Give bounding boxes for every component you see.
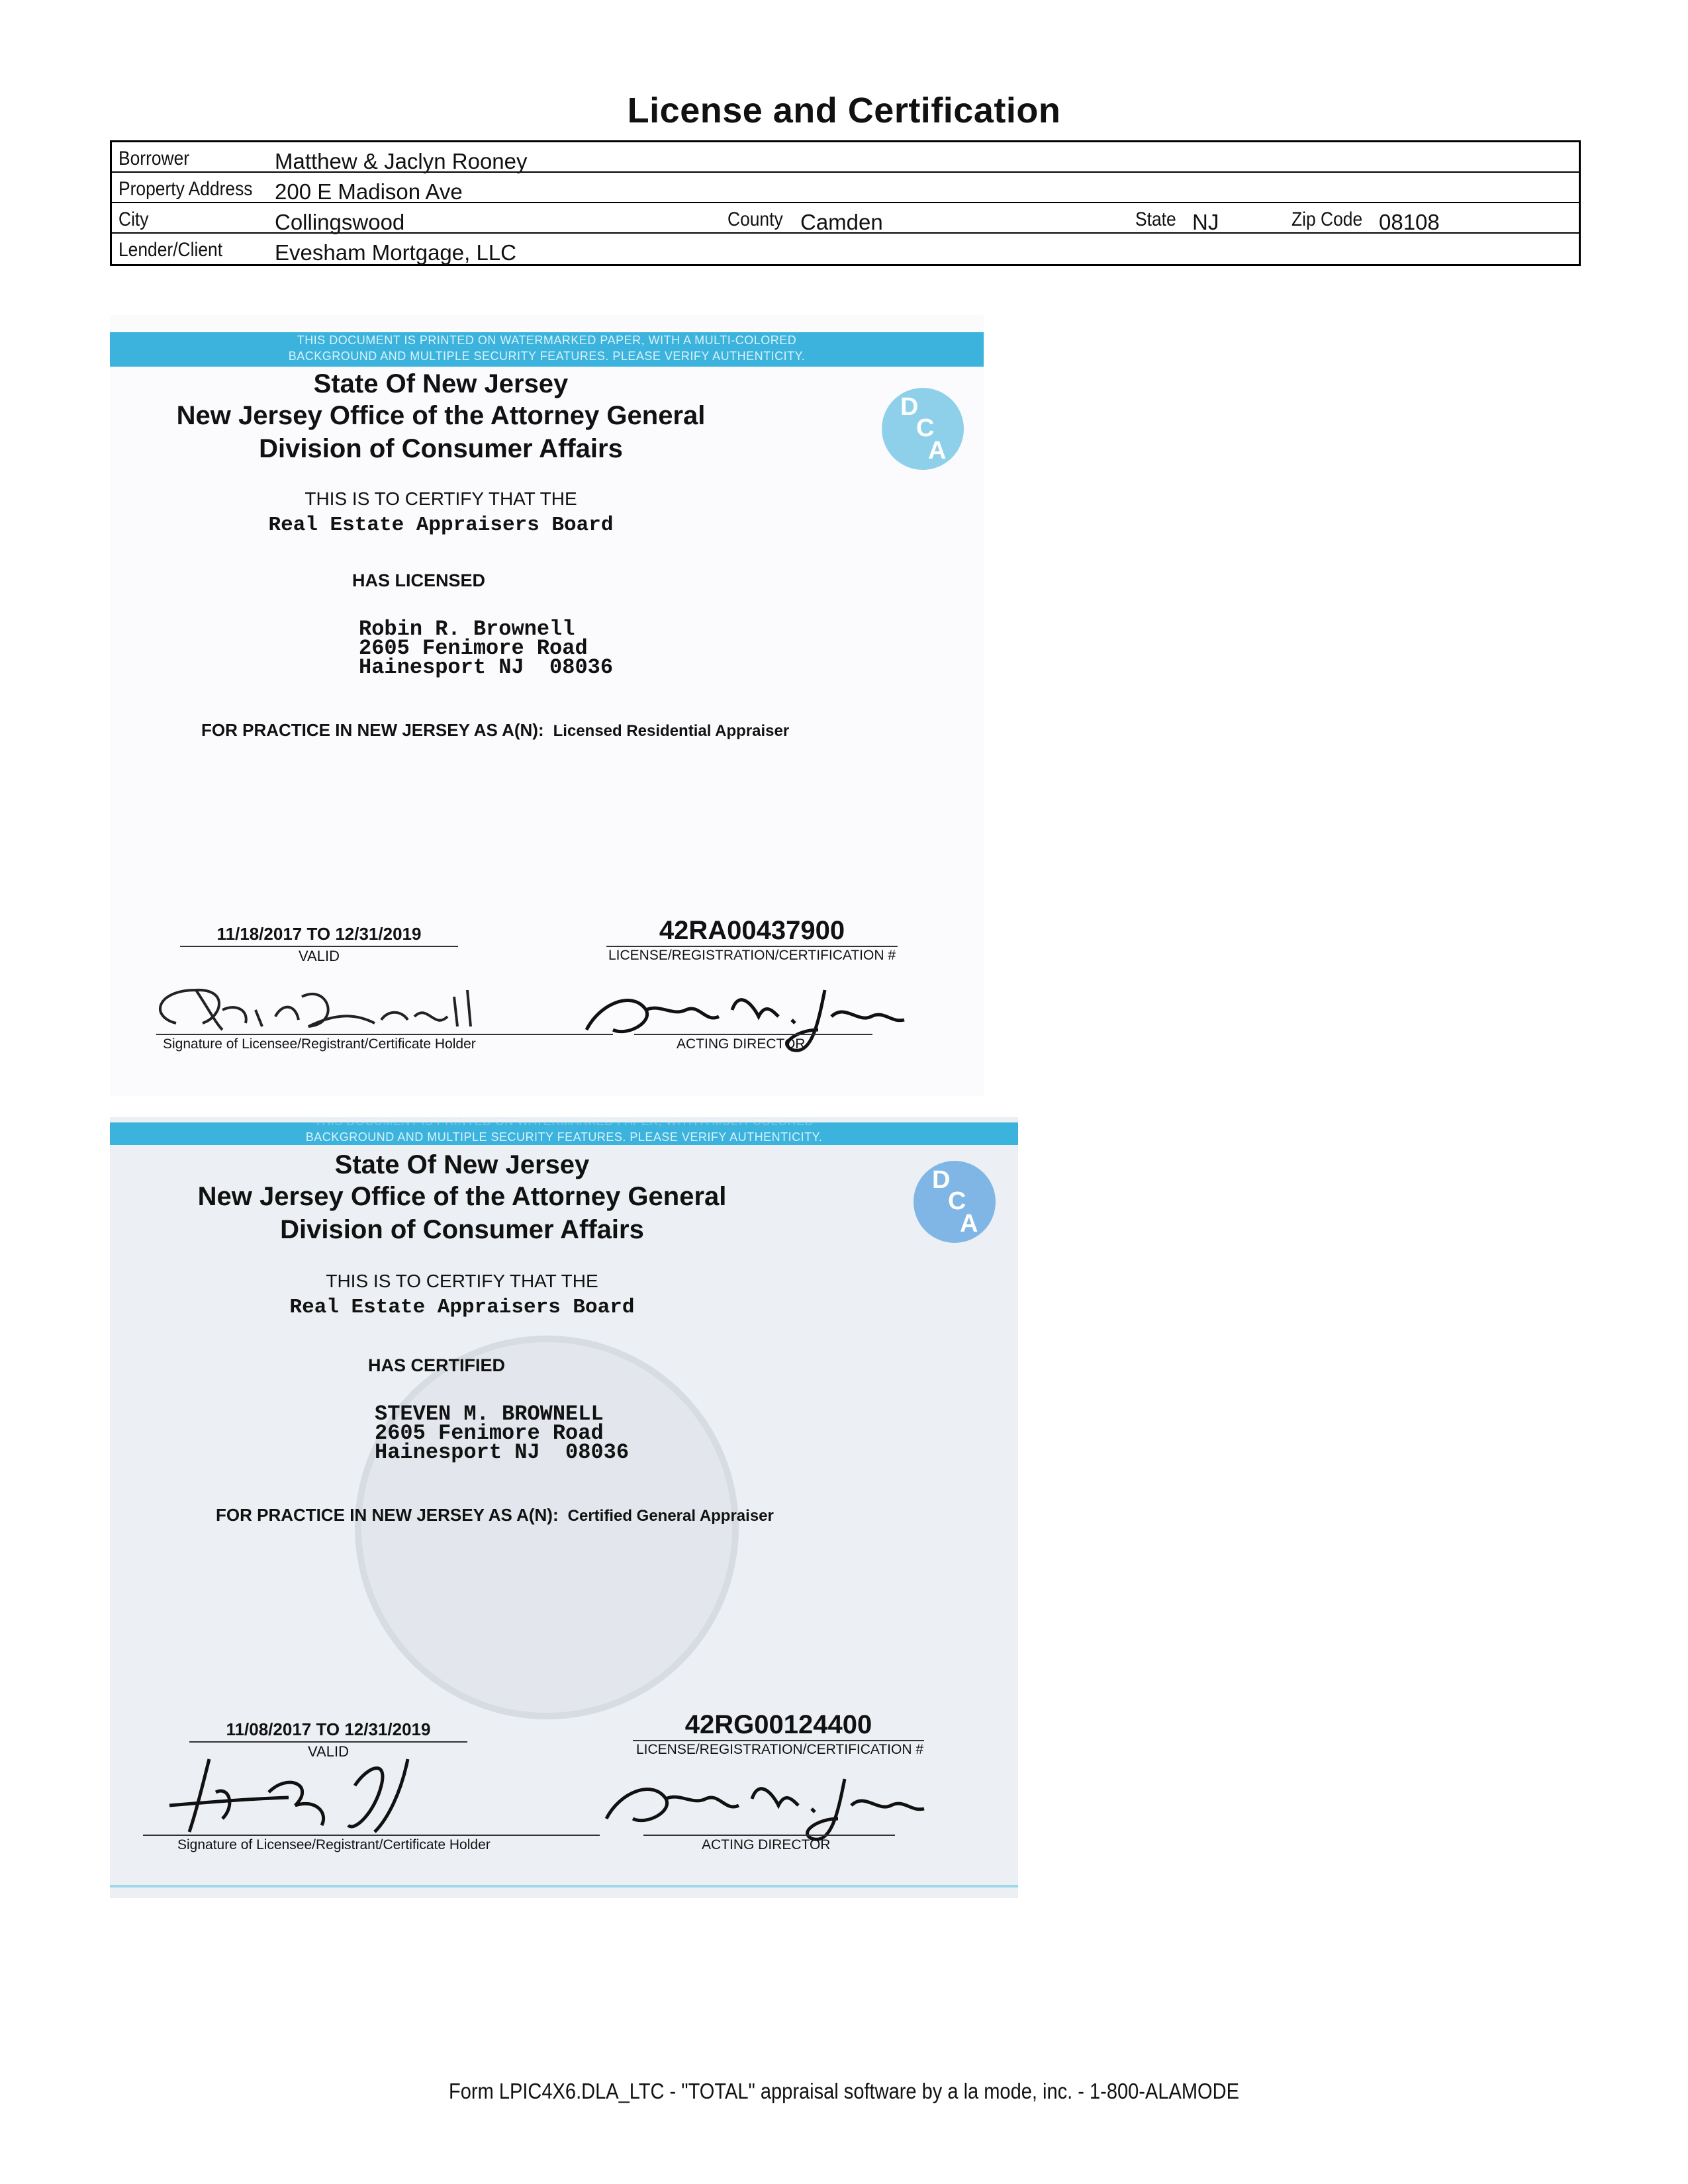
valid-label: VALID (299, 948, 340, 964)
holder-signature-line (143, 1835, 600, 1836)
holder-signature (169, 1758, 410, 1833)
valid-dates: 11/18/2017 TO 12/31/2019 (180, 924, 458, 947)
office-heading: New Jersey Office of the Attorney Genera… (197, 1182, 727, 1211)
division-heading: Division of Consumer Affairs (259, 434, 623, 463)
holder-signature-label: Signature of Licensee/Registrant/Certifi… (177, 1837, 491, 1852)
board-name: Real Estate Appraisers Board (289, 1296, 635, 1319)
practice-label: FOR PRACTICE IN NEW JERSEY AS A(N): (201, 720, 544, 740)
valid-dates: 11/08/2017 TO 12/31/2019 (189, 1719, 467, 1743)
practice-line: FOR PRACTICE IN NEW JERSEY AS A(N): Licen… (201, 720, 789, 741)
security-notice-line-2: BACKGROUND AND MULTIPLE SECURITY FEATURE… (288, 349, 806, 363)
practice-type: Certified General Appraiser (567, 1507, 774, 1525)
director-label: ACTING DIRECTOR (702, 1837, 831, 1852)
practice-line: FOR PRACTICE IN NEW JERSEY AS A(N): Certi… (216, 1505, 774, 1525)
property-address-label: Property Address (118, 178, 253, 200)
security-notice-band: THIS DOCUMENT IS PRINTED ON WATERMARKED … (110, 332, 984, 367)
bottom-security-stripe (110, 1885, 1018, 1888)
page-title: License and Certification (627, 91, 1061, 130)
holder-city: Hainesport NJ 08036 (359, 655, 614, 680)
office-heading: New Jersey Office of the Attorney Genera… (176, 401, 706, 430)
director-signature-line (634, 1034, 872, 1035)
certification-certificate: THIS DOCUMENT IS PRINTED ON WATERMARKED … (110, 1117, 1018, 1898)
certify-text: THIS IS TO CERTIFY THAT THE (305, 488, 577, 509)
holder-city: Hainesport NJ 08036 (375, 1440, 630, 1465)
certification-number: 42RG00124400 (633, 1710, 924, 1741)
subject-info-table: Borrower Matthew & Jaclyn Rooney Propert… (110, 140, 1581, 266)
zip-code-value: 08108 (1379, 210, 1440, 234)
practice-type: Licensed Residential Appraiser (553, 722, 790, 740)
city-label: City (118, 208, 149, 230)
state-seal-watermark-icon (355, 1336, 739, 1719)
state-heading: State Of New Jersey (313, 369, 569, 398)
zip-code-label: Zip Code (1291, 208, 1363, 230)
director-label: ACTING DIRECTOR (677, 1036, 806, 1052)
license-number-label: LICENSE/REGISTRATION/CERTIFICATION # (608, 948, 896, 963)
city-value: Collingswood (275, 210, 405, 234)
practice-label: FOR PRACTICE IN NEW JERSEY AS A(N): (216, 1505, 559, 1525)
borrower-value: Matthew & Jaclyn Rooney (275, 149, 528, 173)
lender-row: Lender/Client Evesham Mortgage, LLC (112, 234, 1579, 265)
form-footer: Form LPIC4X6.DLA_LTC - "TOTAL" appraisal… (449, 2079, 1239, 2103)
security-notice-line-1: THIS DOCUMENT IS PRINTED ON WATERMARKED … (314, 1117, 814, 1128)
license-status: HAS LICENSED (352, 570, 486, 590)
certify-text: THIS IS TO CERTIFY THAT THE (326, 1271, 598, 1291)
state-heading: State Of New Jersey (334, 1150, 590, 1179)
city-row: City Collingswood County Camden State NJ… (112, 203, 1579, 234)
lender-value: Evesham Mortgage, LLC (275, 240, 517, 265)
board-name: Real Estate Appraisers Board (268, 514, 614, 537)
holder-signature-label: Signature of Licensee/Registrant/Certifi… (163, 1036, 476, 1052)
borrower-label: Borrower (118, 148, 190, 169)
state-value: NJ (1192, 210, 1219, 234)
holder-address: Robin R. Brownell 2605 Fenimore Road Haine… (359, 619, 614, 680)
license-number: 42RA00437900 (606, 916, 898, 947)
holder-address: STEVEN M. BROWNELL 2605 Fenimore Road Hain… (375, 1404, 630, 1465)
security-notice-line-1: THIS DOCUMENT IS PRINTED ON WATERMARKED … (297, 334, 797, 347)
director-signature (604, 1778, 925, 1841)
property-address-value: 200 E Madison Ave (275, 179, 463, 204)
dca-seal-icon: D C A (882, 388, 964, 470)
borrower-row: Borrower Matthew & Jaclyn Rooney (112, 142, 1579, 173)
security-notice-line-2: BACKGROUND AND MULTIPLE SECURITY FEATURE… (305, 1130, 823, 1144)
director-signature-line (643, 1835, 895, 1836)
license-certificate: THIS DOCUMENT IS PRINTED ON WATERMARKED … (110, 315, 984, 1096)
county-value: Camden (800, 210, 883, 234)
certification-status: HAS CERTIFIED (368, 1355, 506, 1375)
county-label: County (727, 208, 783, 230)
security-notice-band: THIS DOCUMENT IS PRINTED ON WATERMARKED … (110, 1117, 1018, 1145)
state-label: State (1135, 208, 1176, 230)
dca-seal-icon: D C A (914, 1161, 996, 1243)
property-address-row: Property Address 200 E Madison Ave (112, 173, 1579, 204)
division-heading: Division of Consumer Affairs (280, 1215, 644, 1244)
lender-label: Lender/Client (118, 239, 223, 261)
holder-signature-line (156, 1034, 613, 1035)
